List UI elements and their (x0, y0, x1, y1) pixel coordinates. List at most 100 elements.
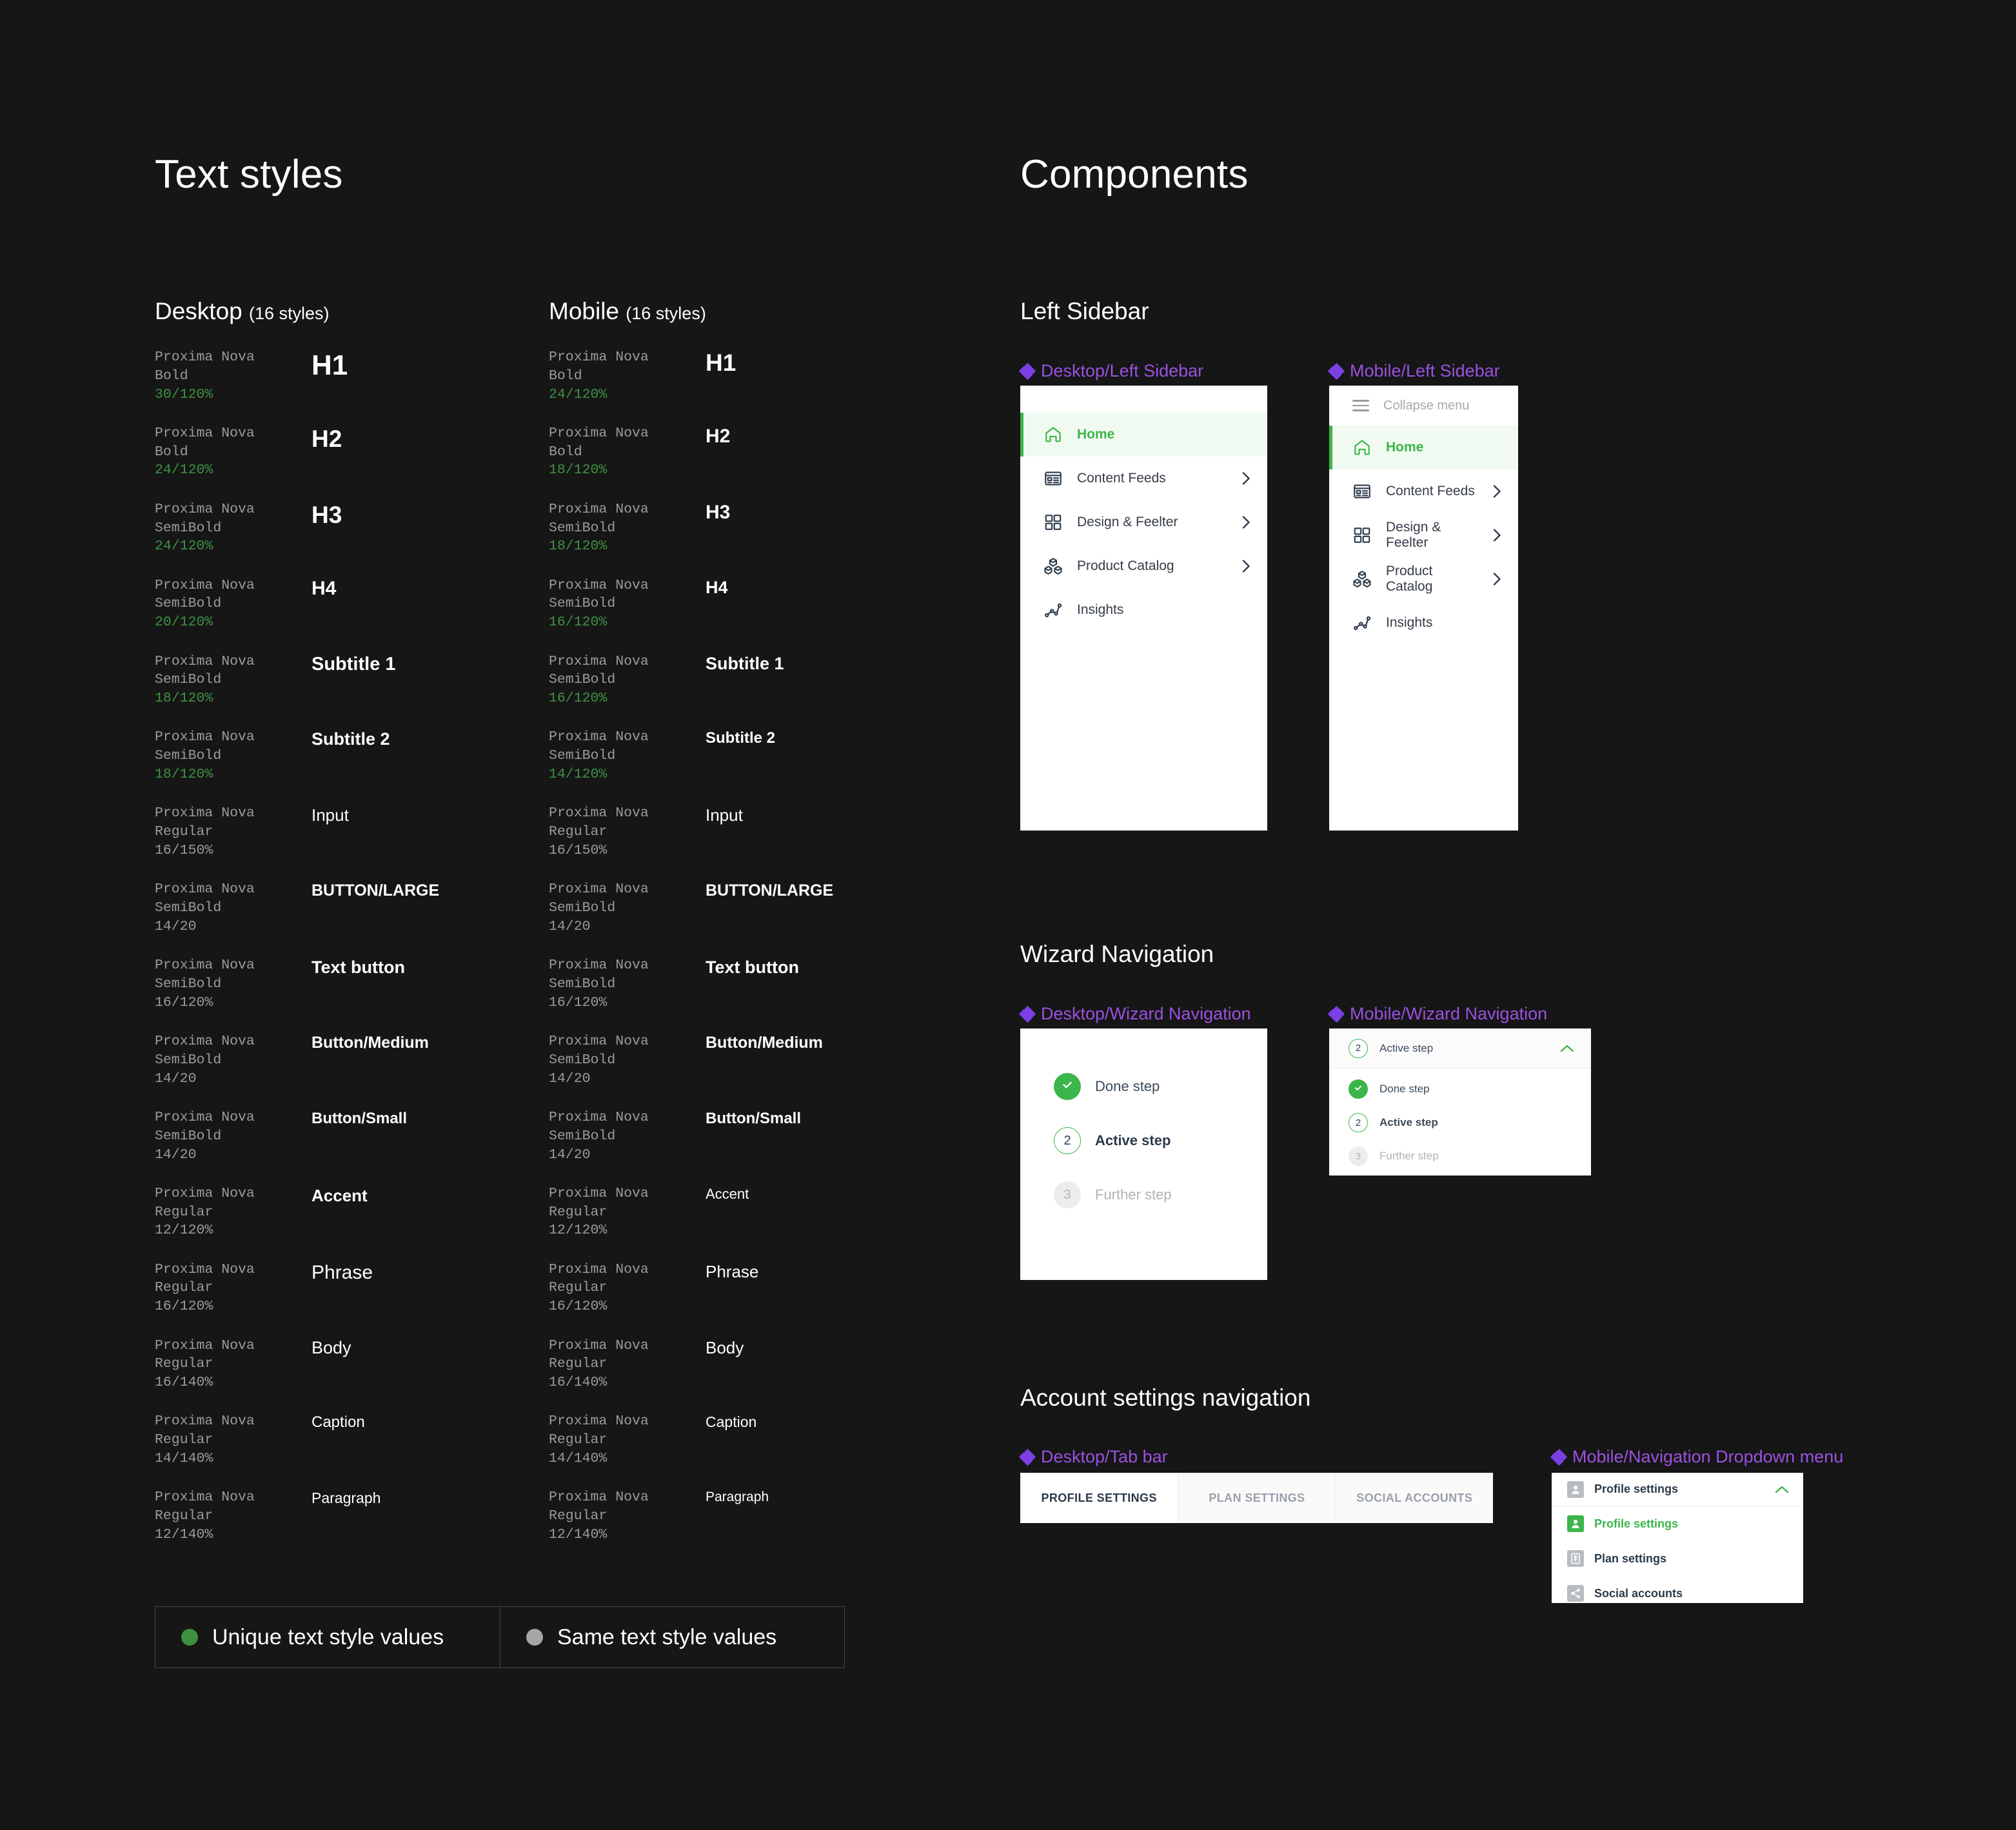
sidebar-item-list: Home Content Feeds Design & Feelter Product… (1329, 426, 1518, 645)
font-family: Proxima Nova (155, 1413, 255, 1430)
text-style-spec: Proxima Nova SemiBold 18/120% (549, 500, 706, 556)
text-style-row: Proxima Nova Bold 24/120% H1 (549, 348, 910, 404)
content-feeds-icon (1352, 482, 1372, 501)
mobile-left-sidebar-card: Collapse menu Home Content Feeds Design & … (1329, 386, 1518, 831)
tab-label: SOCIAL ACCOUNTS (1356, 1491, 1473, 1504)
text-style-spec: Proxima Nova Regular 16/120% (155, 1261, 311, 1316)
dropdown-item-label: Profile settings (1594, 1517, 1679, 1530)
collapse-menu-label: Collapse menu (1383, 398, 1470, 413)
font-size-line-height: 16/120% (549, 1299, 608, 1315)
tab-plan-settings[interactable]: PLAN SETTINGS (1178, 1473, 1336, 1523)
text-style-spec: Proxima Nova Regular 12/120% (549, 1185, 706, 1240)
wizard-step-done[interactable]: Done step (1020, 1059, 1267, 1114)
sidebar-item-home[interactable]: Home (1020, 413, 1267, 457)
sidebar-item-home[interactable]: Home (1329, 426, 1518, 469)
sidebar-item-insights[interactable]: Insights (1020, 588, 1267, 632)
text-style-spec: Proxima Nova Regular 14/140% (549, 1412, 706, 1468)
font-weight: Regular (549, 1204, 608, 1220)
person-card-icon (1567, 1481, 1584, 1498)
wizard-step-badge (1054, 1073, 1081, 1100)
sidebar-item-product-catalog[interactable]: Product Catalog (1020, 544, 1267, 588)
sidebar-item-insights[interactable]: Insights (1329, 601, 1518, 645)
font-size-line-height: 18/120% (155, 691, 213, 707)
dropdown-item-social-accounts[interactable]: Social accounts (1552, 1576, 1803, 1611)
font-size-line-height: 16/120% (155, 1299, 213, 1315)
wizard-step-active[interactable]: 2 Active step (1329, 1106, 1591, 1139)
text-style-row: Proxima Nova Bold 24/120% H2 (155, 424, 516, 480)
product-catalog-icon (1043, 556, 1063, 576)
text-style-spec: Proxima Nova SemiBold 14/20 (549, 1032, 706, 1088)
wizard-dropdown-toggle[interactable]: 2 Active step (1329, 1028, 1591, 1068)
text-style-sample: Phrase (706, 1261, 759, 1281)
chevron-up-icon (1775, 1485, 1789, 1493)
font-weight: SemiBold (155, 900, 222, 916)
collapse-menu-button[interactable]: Collapse menu (1329, 386, 1518, 426)
text-style-spec: Proxima Nova SemiBold 16/120% (549, 956, 706, 1012)
text-style-sample: Input (706, 805, 743, 825)
text-style-sample: Subtitle 2 (706, 729, 776, 747)
text-style-row: Proxima Nova SemiBold 24/120% H3 (155, 500, 516, 556)
component-name-mobile-navigation-dropdown-menu: Mobile/Navigation Dropdown menu (1550, 1447, 1843, 1467)
wizard-step-list: Done step 2 Active step 3 Further step (1020, 1028, 1267, 1222)
font-family: Proxima Nova (155, 653, 255, 669)
text-style-spec: Proxima Nova Bold 18/120% (549, 424, 706, 480)
text-style-spec: Proxima Nova Regular 14/140% (155, 1412, 311, 1468)
text-style-row: Proxima Nova Regular 12/120% Accent (155, 1185, 516, 1240)
text-style-sample: Paragraph (706, 1490, 769, 1505)
chevron-right-icon (1492, 572, 1501, 586)
wizard-step-badge: 3 (1054, 1181, 1081, 1208)
mobile-navigation-dropdown-menu: Profile settings Profile settings Plan se… (1552, 1473, 1803, 1603)
font-family: Proxima Nova (155, 501, 255, 517)
share-icon (1567, 1585, 1584, 1602)
text-style-sample: BUTTON/LARGE (311, 881, 440, 900)
font-family: Proxima Nova (155, 577, 255, 593)
font-family: Proxima Nova (549, 501, 649, 517)
wizard-step-done[interactable]: Done step (1329, 1072, 1591, 1106)
font-size-line-height: 20/120% (155, 615, 213, 631)
mobile-text-style-list: Proxima Nova Bold 24/120% H1 Proxima Nova B… (549, 348, 910, 1564)
text-style-sample: Accent (311, 1185, 368, 1205)
sidebar-item-content-feeds[interactable]: Content Feeds (1020, 457, 1267, 500)
desktop-column-label: Desktop (155, 298, 242, 324)
font-size-line-height: 12/140% (155, 1526, 213, 1542)
font-weight: Regular (155, 1432, 213, 1448)
sidebar-item-label: Insights (1386, 615, 1433, 630)
font-family: Proxima Nova (155, 1261, 255, 1277)
wizard-step-further[interactable]: 3 Further step (1329, 1139, 1591, 1173)
text-style-row: Proxima Nova Regular 14/140% Caption (549, 1412, 910, 1468)
hamburger-icon (1352, 400, 1369, 411)
tab-profile-settings[interactable]: PROFILE SETTINGS (1020, 1473, 1178, 1523)
text-style-row: Proxima Nova SemiBold 16/120% Text button (155, 956, 516, 1012)
text-style-row: Proxima Nova Regular 16/120% Phrase (155, 1261, 516, 1316)
text-style-spec: Proxima Nova SemiBold 14/20 (155, 1108, 311, 1164)
sidebar-item-product-catalog[interactable]: Product Catalog (1329, 557, 1518, 601)
sidebar-item-design-feelter[interactable]: Design & Feelter (1020, 500, 1267, 544)
wizard-step-list: Done step 2 Active step 3 Further step (1329, 1068, 1591, 1179)
text-style-spec: Proxima Nova SemiBold 14/120% (549, 728, 706, 783)
font-family: Proxima Nova (549, 958, 649, 974)
dropdown-item-label: Social accounts (1594, 1586, 1683, 1600)
dropdown-item-plan-settings[interactable]: Plan settings (1552, 1541, 1803, 1576)
font-weight: SemiBold (549, 1128, 616, 1144)
font-weight: SemiBold (155, 1052, 222, 1068)
wizard-step-active[interactable]: 2 Active step (1020, 1114, 1267, 1168)
legend-item: Same text style values (500, 1607, 844, 1668)
dropdown-toggle[interactable]: Profile settings (1552, 1473, 1803, 1506)
font-family: Proxima Nova (549, 729, 649, 745)
legend-dot-icon (526, 1629, 543, 1646)
font-size-line-height: 16/120% (549, 691, 608, 707)
font-size-line-height: 14/20 (549, 1146, 591, 1163)
sidebar-item-design-feelter[interactable]: Design & Feelter (1329, 513, 1518, 557)
text-style-sample: H1 (311, 349, 348, 381)
wizard-step-further[interactable]: 3 Further step (1020, 1168, 1267, 1222)
sidebar-item-content-feeds[interactable]: Content Feeds (1329, 469, 1518, 513)
text-style-sample: Phrase (311, 1261, 373, 1283)
text-style-row: Proxima Nova SemiBold 16/120% Text button (549, 956, 910, 1012)
dropdown-item-profile-settings[interactable]: Profile settings (1552, 1506, 1803, 1541)
font-size-line-height: 12/120% (155, 1223, 213, 1239)
font-family: Proxima Nova (549, 425, 649, 441)
font-family: Proxima Nova (549, 1109, 649, 1125)
font-size-line-height: 14/140% (549, 1451, 608, 1467)
font-weight: SemiBold (155, 748, 222, 764)
tab-social-accounts[interactable]: SOCIAL ACCOUNTS (1335, 1473, 1493, 1523)
